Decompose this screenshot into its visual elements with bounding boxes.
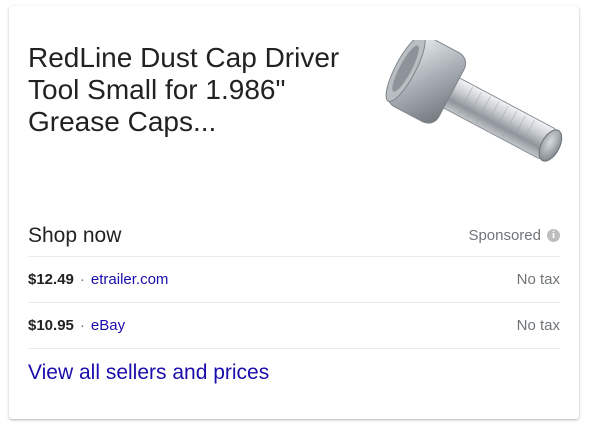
product-title[interactable]: RedLine Dust Cap Driver Tool Small for 1… — [28, 42, 378, 138]
tax-status: No tax — [516, 316, 560, 334]
separator-dot: · — [79, 316, 85, 334]
divider — [28, 348, 560, 349]
shop-header: Shop now Sponsored i — [28, 212, 560, 256]
separator-dot: · — [79, 270, 85, 288]
sponsored-label[interactable]: Sponsored i — [468, 227, 560, 244]
sponsored-text: Sponsored — [468, 227, 541, 244]
seller-link[interactable]: eBay — [91, 317, 125, 334]
seller-link[interactable]: etrailer.com — [91, 271, 169, 288]
info-icon[interactable]: i — [547, 229, 560, 242]
shopping-ad-card: RedLine Dust Cap Driver Tool Small for 1… — [9, 6, 579, 419]
offer-row[interactable]: $10.95 · eBay No tax — [28, 303, 560, 347]
view-all-sellers-link[interactable]: View all sellers and prices — [28, 361, 269, 385]
tax-status: No tax — [516, 270, 560, 288]
offer-row[interactable]: $12.49 · etrailer.com No tax — [28, 257, 560, 301]
product-image[interactable] — [384, 40, 580, 176]
shop-now-label: Shop now — [28, 224, 122, 247]
offer-price: $10.95 — [28, 316, 74, 334]
offer-price: $12.49 — [28, 270, 74, 288]
